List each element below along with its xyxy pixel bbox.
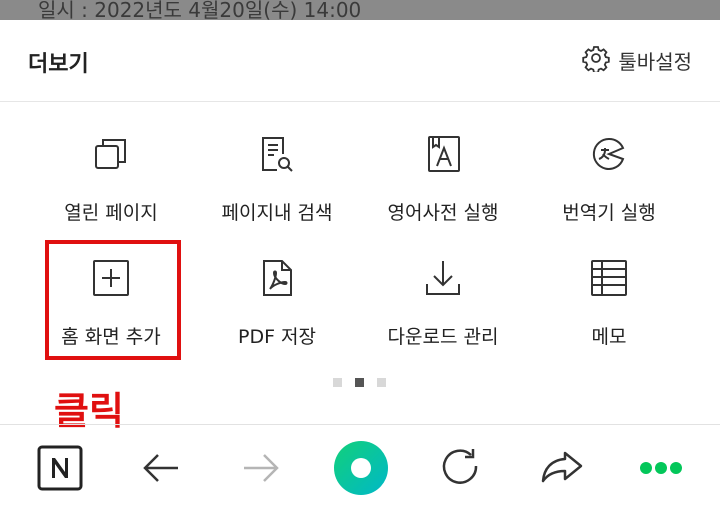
- back-arrow-icon: [136, 454, 186, 497]
- forward-arrow-icon: [236, 454, 286, 497]
- page-dot-active: [355, 378, 364, 387]
- find-in-page-icon: [257, 134, 297, 174]
- menu-item-memo[interactable]: 메모: [526, 244, 692, 354]
- menu-item-translator[interactable]: 번역기 실행: [526, 120, 692, 230]
- menu-item-label: 페이지내 검색: [221, 202, 333, 224]
- menu-item-find-in-page[interactable]: 페이지내 검색: [194, 120, 360, 230]
- menu-item-english-dictionary[interactable]: 영어사전 실행: [360, 120, 526, 230]
- menu-item-pdf-save[interactable]: PDF 저장: [194, 244, 360, 354]
- english-dictionary-icon: [423, 134, 463, 174]
- menu-item-label: PDF 저장: [237, 326, 317, 348]
- click-highlight-box: [45, 240, 181, 360]
- refresh-button[interactable]: [436, 443, 486, 493]
- download-icon: [423, 258, 463, 298]
- panel-title: 더보기: [28, 52, 89, 77]
- gear-icon: [582, 44, 618, 76]
- memo-icon: [589, 258, 629, 298]
- menu-item-download-manager[interactable]: 다운로드 관리: [360, 244, 526, 354]
- menu-item-label: 메모: [591, 326, 627, 348]
- back-button[interactable]: [136, 443, 186, 493]
- forward-button[interactable]: [236, 443, 286, 493]
- menu-item-label: 열린 페이지: [64, 202, 158, 224]
- naver-home-button[interactable]: [35, 443, 85, 493]
- menu-item-label: 다운로드 관리: [387, 326, 499, 348]
- share-icon: [537, 451, 587, 497]
- page-dot: [377, 378, 386, 387]
- green-dot-button[interactable]: [334, 441, 388, 495]
- more-panel-header: 더보기 툴바설정: [0, 20, 720, 102]
- menu-item-open-pages[interactable]: 열린 페이지: [28, 120, 194, 230]
- toolbar-settings-label: 툴바설정: [618, 49, 692, 74]
- pdf-save-icon: [257, 258, 297, 298]
- translator-icon: [589, 134, 629, 174]
- more-button[interactable]: [636, 443, 686, 493]
- open-pages-icon: [91, 134, 131, 174]
- page-indicator: [333, 378, 386, 388]
- toolbar-settings-button[interactable]: 툴바설정: [582, 44, 692, 76]
- bottom-toolbar: [0, 424, 720, 510]
- background-page-text: 일시 : 2022년도 4월20일(수) 14:00: [38, 0, 362, 20]
- naver-home-icon: [35, 445, 85, 497]
- background-page-strip: 일시 : 2022년도 4월20일(수) 14:00: [0, 0, 720, 20]
- share-button[interactable]: [537, 443, 587, 493]
- page-dot: [333, 378, 342, 387]
- menu-item-label: 번역기 실행: [562, 202, 656, 224]
- green-dot-home-icon: [334, 441, 388, 499]
- more-icon: [636, 462, 686, 497]
- refresh-icon: [436, 449, 486, 497]
- menu-item-label: 영어사전 실행: [387, 202, 499, 224]
